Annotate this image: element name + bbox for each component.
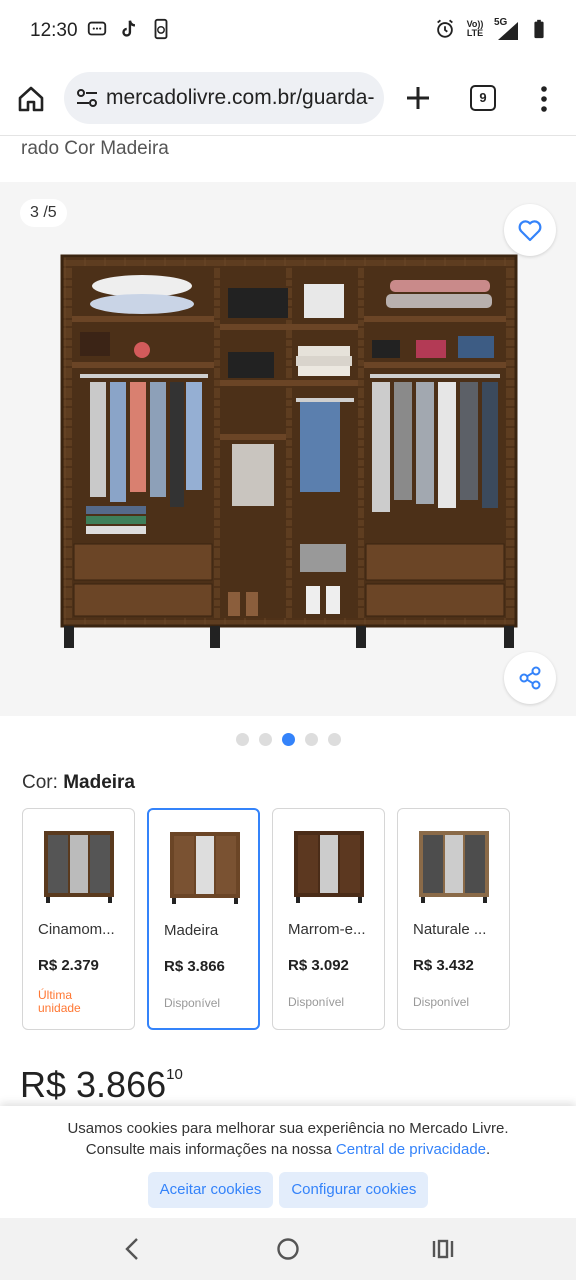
variant-card-selected[interactable]: Madeira R$ 3.866 Disponível [147, 808, 260, 1030]
share-button[interactable] [504, 652, 556, 704]
variant-thumbnail [419, 831, 489, 903]
color-variants: Cinamom... R$ 2.379 Última unidade Madei… [22, 808, 510, 1030]
variant-status: Última unidade [38, 988, 81, 1015]
volte-label: Vo)) LTE [466, 19, 484, 38]
color-label-key: Cor: [22, 772, 58, 793]
cookie-line-1: Usamos cookies para melhorar sua experiê… [67, 1120, 509, 1137]
tab-switcher-button[interactable]: 9 [470, 85, 496, 111]
image-counter: 3 /5 [20, 199, 67, 227]
variant-status: Disponível [288, 995, 345, 1009]
battery-icon [534, 19, 544, 39]
privacy-center-link[interactable]: Central de privacidade [336, 1141, 486, 1158]
variant-price: R$ 2.379 [38, 957, 99, 974]
pagination-dot[interactable] [258, 733, 272, 746]
variant-card[interactable]: Naturale ... R$ 3.432 Disponível [397, 808, 510, 1030]
alarm-icon [437, 19, 453, 38]
pagination-dot-active[interactable] [281, 733, 295, 746]
gallery-pagination [0, 733, 576, 746]
pagination-dot[interactable] [304, 733, 318, 746]
home-nav-icon[interactable] [275, 1236, 301, 1262]
system-nav-bar [0, 1218, 576, 1280]
product-price: R$ 3.86610 [20, 1064, 183, 1106]
cookie-line-2-prefix: Consulte mais informações na nossa [85, 1141, 336, 1158]
address-bar[interactable]: mercadolivre.com.br/guarda- [64, 72, 384, 124]
variant-name: Marrom-e... [288, 921, 366, 938]
variant-status: Disponível [413, 995, 470, 1009]
home-icon[interactable] [16, 84, 46, 114]
product-gallery[interactable]: 3 /5 [0, 182, 576, 716]
variant-thumbnail [170, 832, 240, 904]
variant-price: R$ 3.432 [413, 957, 474, 974]
variant-name: Naturale ... [413, 921, 487, 938]
accept-cookies-button[interactable]: Aceitar cookies [147, 1172, 274, 1208]
price-cents: 10 [166, 1066, 183, 1083]
status-time: 12:30 [30, 20, 78, 41]
variant-status: Disponível [164, 996, 221, 1010]
variant-thumbnail [44, 831, 114, 903]
status-notification-icons [86, 18, 172, 40]
site-settings-icon[interactable] [76, 87, 98, 109]
signal-icon: 5G [494, 18, 520, 40]
pagination-dot[interactable] [327, 733, 341, 746]
configure-cookies-button[interactable]: Configurar cookies [279, 1172, 429, 1208]
cookie-actions: Aceitar cookies Configurar cookies [0, 1172, 576, 1208]
price-main: R$ 3.866 [20, 1064, 167, 1105]
cookie-line-2: Consulte mais informações na nossa Centr… [0, 1139, 576, 1160]
status-system-icons: Vo)) LTE 5G [434, 18, 550, 40]
device-sync-icon [154, 18, 168, 40]
browser-toolbar: mercadolivre.com.br/guarda- 9 [0, 62, 576, 136]
color-label: Cor: Madeira [22, 772, 135, 794]
tiktok-icon [122, 20, 136, 37]
color-label-value: Madeira [63, 772, 135, 793]
back-icon[interactable] [120, 1236, 146, 1262]
heart-icon [518, 220, 542, 242]
recent-apps-icon[interactable] [430, 1236, 456, 1262]
share-icon [519, 666, 541, 690]
new-tab-icon[interactable] [404, 84, 432, 112]
variant-card[interactable]: Cinamom... R$ 2.379 Última unidade [22, 808, 135, 1030]
variant-card[interactable]: Marrom-e... R$ 3.092 Disponível [272, 808, 385, 1030]
cookie-text: Usamos cookies para melhorar sua experiê… [0, 1118, 576, 1160]
variant-thumbnail [294, 831, 364, 903]
variant-price: R$ 3.866 [164, 958, 225, 975]
pagination-dot[interactable] [235, 733, 249, 746]
status-bar: 12:30 Vo)) LTE 5G [0, 0, 576, 62]
variant-price: R$ 3.092 [288, 957, 349, 974]
cookie-banner: Usamos cookies para melhorar sua experiê… [0, 1106, 576, 1218]
more-menu-icon[interactable] [534, 84, 554, 114]
favorite-button[interactable] [504, 204, 556, 256]
product-image [60, 254, 518, 648]
cookie-line-2-suffix: . [486, 1141, 491, 1158]
url-text: mercadolivre.com.br/guarda- [106, 86, 375, 109]
variant-name: Cinamom... [38, 921, 115, 938]
product-title: rado Cor Madeira [21, 138, 169, 159]
variant-name: Madeira [164, 922, 219, 939]
message-icon [87, 21, 107, 36]
